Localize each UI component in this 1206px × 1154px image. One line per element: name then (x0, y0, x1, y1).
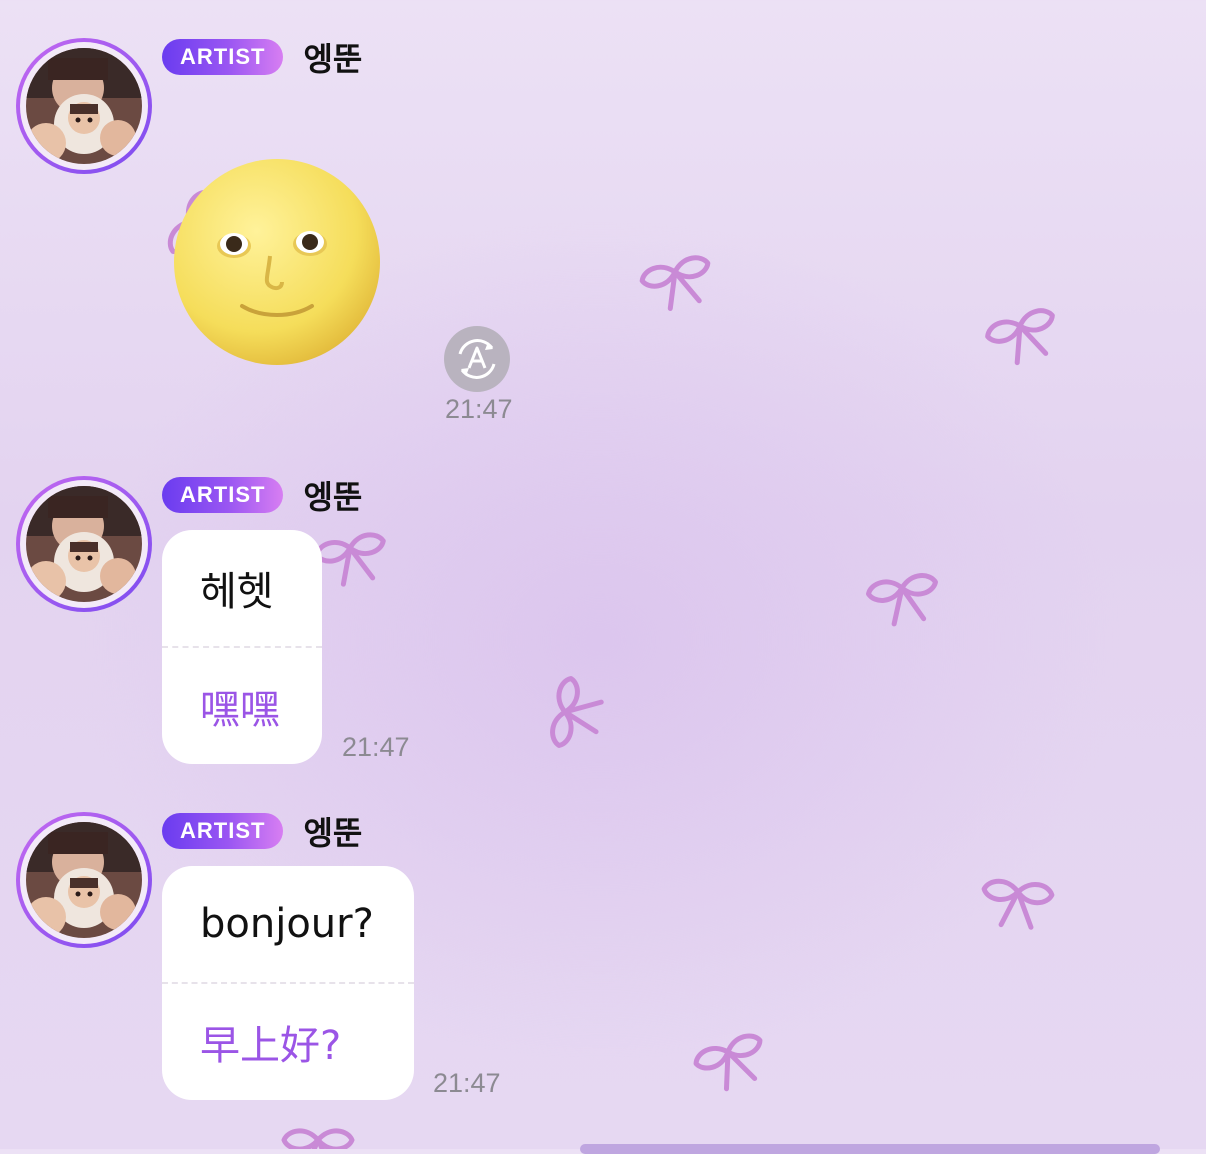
avatar[interactable] (16, 38, 152, 174)
sender-name[interactable]: 엥뚠 (303, 808, 362, 854)
artist-badge: ARTIST (162, 39, 284, 75)
original-text: 헤헷 (200, 569, 274, 615)
avatar[interactable] (16, 476, 152, 612)
ribbon-bow-icon (315, 532, 390, 588)
artist-badge: ARTIST (162, 813, 284, 849)
avatar[interactable] (16, 812, 152, 948)
artist-badge: ARTIST (162, 477, 284, 513)
translated-text: 嘿嘿 (200, 687, 280, 733)
ribbon-bow-icon (550, 677, 604, 751)
full-moon-face-icon[interactable] (172, 158, 384, 368)
timestamp: 21:47 (342, 732, 410, 762)
ribbon-bow-icon (284, 1131, 352, 1149)
ribbon-bow-icon (640, 254, 717, 313)
timestamp: 21:47 (433, 1068, 501, 1098)
avatar-photo (26, 822, 142, 938)
auto-translate-icon (458, 339, 496, 379)
ribbon-bow-icon (981, 880, 1052, 929)
avatar-photo (26, 48, 142, 164)
timestamp: 21:47 (445, 394, 513, 424)
message-bubble[interactable]: 헤헷 嘿嘿 (162, 530, 322, 764)
ribbon-bow-icon (693, 1032, 772, 1096)
original-text: bonjour? (200, 901, 374, 947)
sender-name[interactable]: 엥뚠 (303, 472, 362, 518)
avatar-photo (26, 486, 142, 602)
ribbon-bow-icon (867, 573, 941, 627)
message-bubble[interactable]: bonjour? 早上好? (162, 866, 414, 1100)
sender-name[interactable]: 엥뚠 (303, 34, 362, 80)
auto-translate-button[interactable] (444, 326, 510, 392)
input-bar-edge (580, 1144, 1160, 1154)
ribbon-bow-icon (985, 307, 1063, 369)
translated-text: 早上好? (200, 1023, 342, 1069)
